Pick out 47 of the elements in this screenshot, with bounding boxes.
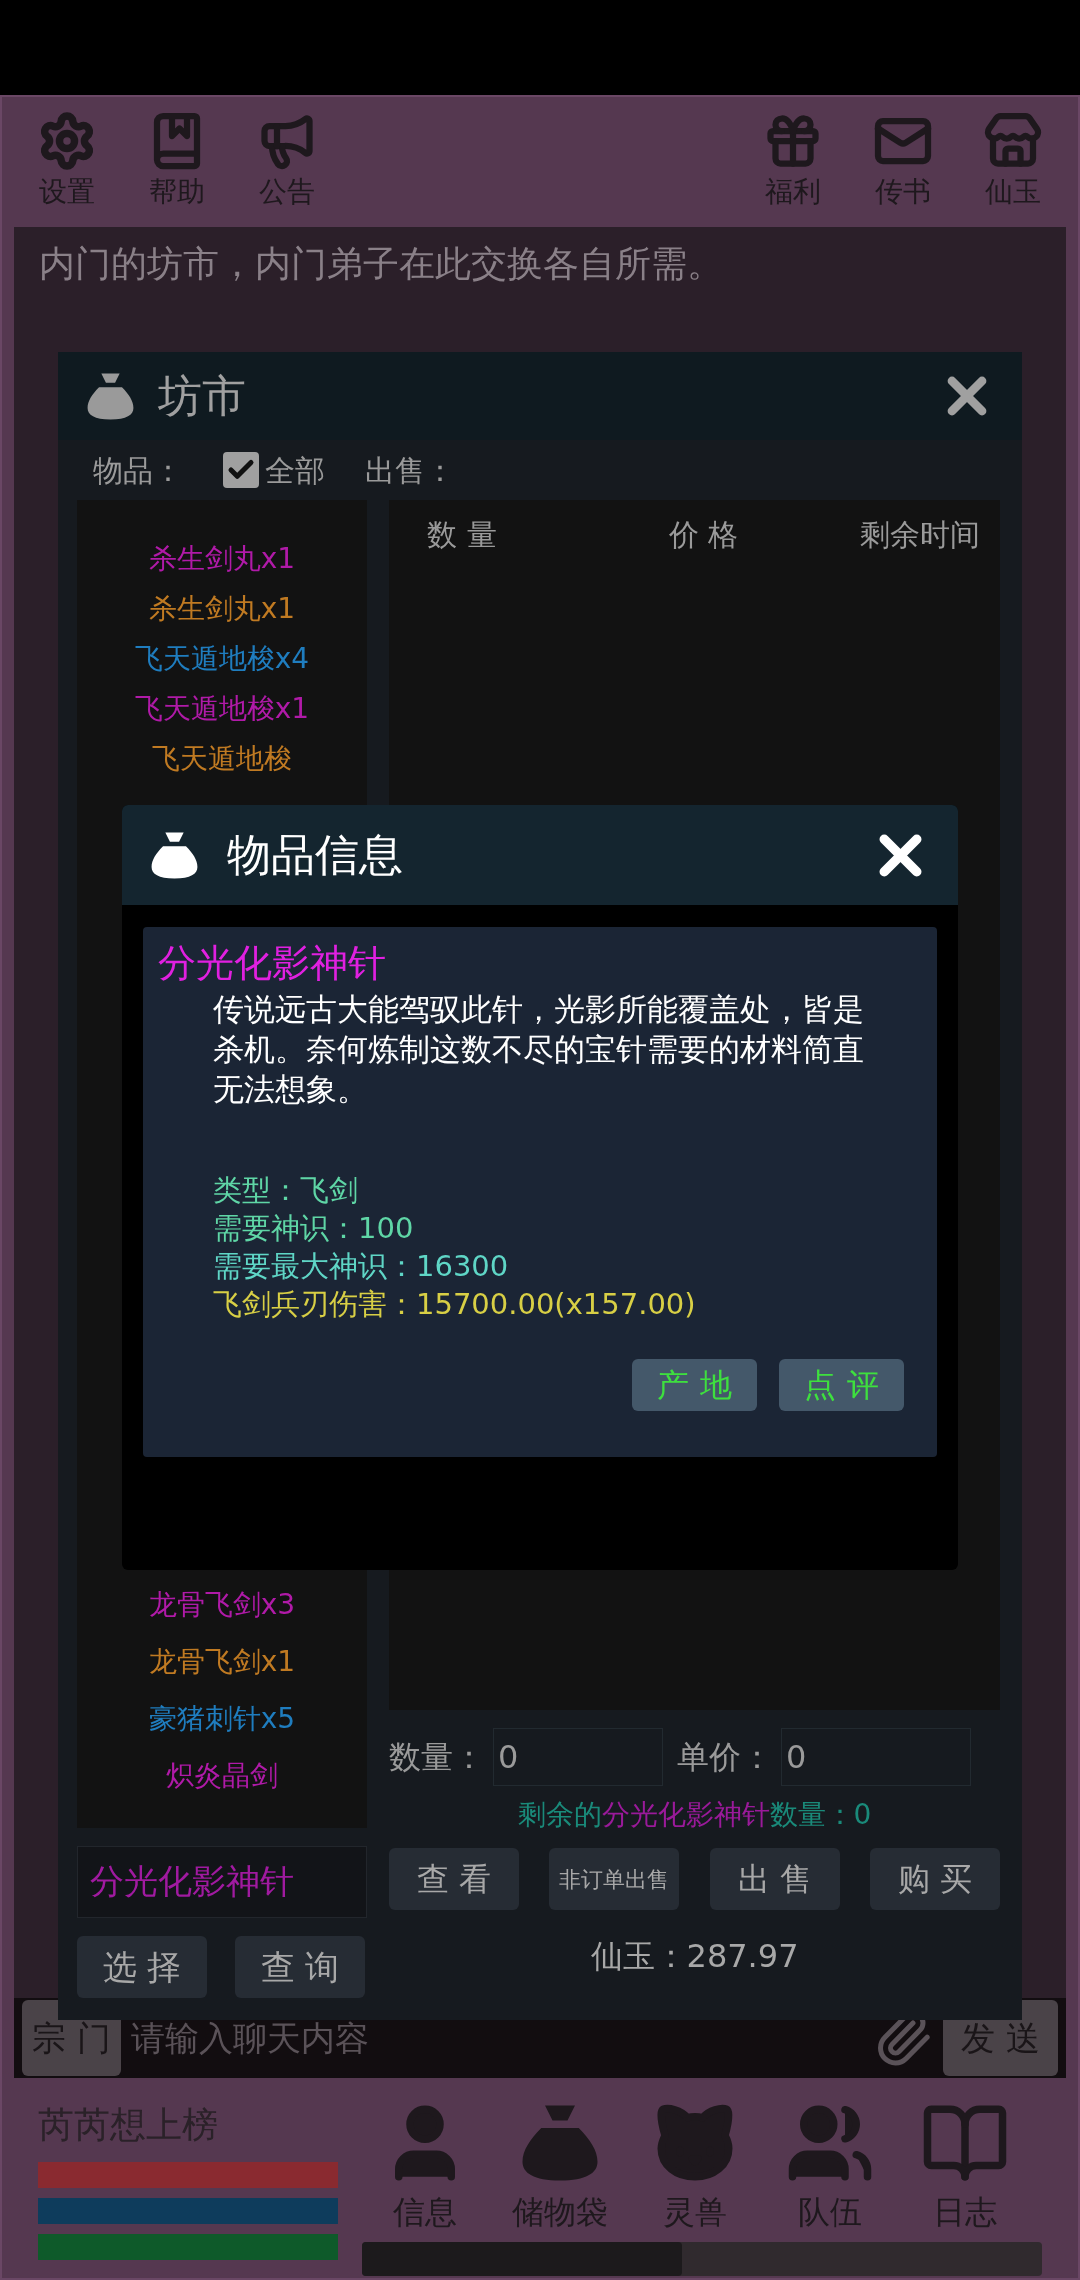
list-item[interactable]: 龙骨飞剑x1 xyxy=(77,1633,367,1690)
list-item[interactable]: 飞天遁地梭x1 xyxy=(77,684,367,734)
list-item[interactable]: 炽炎晶剑 xyxy=(77,1747,367,1804)
filter-label: 物品： xyxy=(93,451,183,490)
action-button[interactable]: 出 售 xyxy=(709,1848,840,1910)
toolbar-button[interactable]: 传书 xyxy=(863,111,943,213)
stat-text: 飞剑兵刃伤害：15700.00(x157.00) xyxy=(213,1286,697,1323)
list-item[interactable]: 杀生剑丸x1 xyxy=(77,534,367,584)
action-button[interactable]: 查 看 xyxy=(389,1848,519,1910)
list-item[interactable]: 飞天遁地梭 xyxy=(77,734,367,784)
column-header: 数 量 xyxy=(426,516,498,554)
column-header: 价 格 xyxy=(667,516,740,554)
list-item[interactable]: 杀生剑丸x1 xyxy=(77,584,367,634)
window-title: 坊市 xyxy=(158,369,246,423)
list-item[interactable]: 豪猪刺针x5 xyxy=(77,1690,367,1747)
item-name: 分光化影神针 xyxy=(158,941,387,985)
description-text: 内门的坊市，内门弟子在此交换各自所需。 xyxy=(39,242,724,286)
action-button[interactable]: 购 买 xyxy=(870,1848,1000,1910)
toolbar-button[interactable]: 设置 xyxy=(27,111,107,213)
stat-text: 类型：飞剑 xyxy=(213,1172,359,1209)
stat-text: 需要神识：100 xyxy=(213,1210,415,1247)
price-label: 单价： xyxy=(677,1737,773,1778)
chat-input[interactable]: 请输入聊天内容 xyxy=(130,2012,864,2064)
search-field[interactable]: 分光化影神针 xyxy=(77,1846,367,1918)
nav-button[interactable]: 储物袋 xyxy=(497,2098,622,2236)
remaining-text: 剩余的分光化影神针数量：0 xyxy=(516,1797,873,1833)
list-item[interactable]: 龙骨飞剑x3 xyxy=(77,1576,367,1633)
quantity-field[interactable]: 0 xyxy=(493,1728,663,1786)
toolbar-button[interactable]: 帮助 xyxy=(137,111,217,213)
action-button[interactable]: 非订单出售 xyxy=(549,1848,680,1910)
dialog-title: 物品信息 xyxy=(227,828,403,882)
dialog-button[interactable]: 点 评 xyxy=(779,1359,904,1411)
column-header: 剩余时间 xyxy=(859,516,980,554)
action-button[interactable]: 选 择 xyxy=(77,1936,207,1998)
balance-text: 仙玉：287.97 xyxy=(589,1936,800,1977)
price-field[interactable]: 0 xyxy=(781,1728,971,1786)
item-description: 传说远古大能驾驭此针，光影所能覆盖处，皆是杀机。奈何炼制这数不尽的宝针需要的材料简直无法想象。 xyxy=(212,990,865,1109)
sell-label: 出售： xyxy=(365,451,455,490)
quantity-label: 数量： xyxy=(389,1737,485,1778)
dialog-button[interactable]: 产 地 xyxy=(632,1359,757,1411)
checkbox[interactable] xyxy=(223,452,259,488)
action-button[interactable]: 查 询 xyxy=(235,1936,365,1998)
list-item[interactable]: 飞天遁地梭x4 xyxy=(77,634,367,684)
checkbox-label: 全部 xyxy=(265,451,325,490)
nav-button[interactable]: 灵兽 xyxy=(632,2098,757,2236)
scrollbar-thumb[interactable] xyxy=(362,2242,682,2276)
stat-text: 需要最大神识：16300 xyxy=(213,1248,510,1285)
